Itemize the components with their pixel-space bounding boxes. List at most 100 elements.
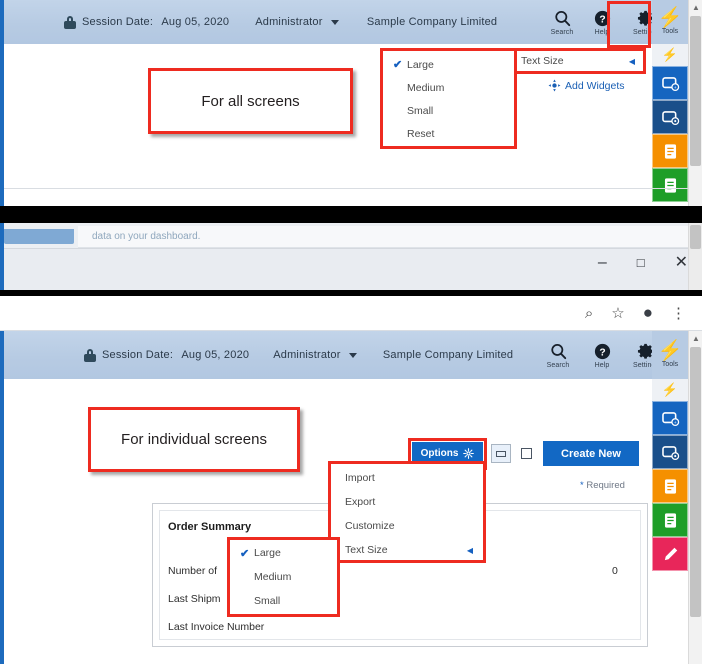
chevron-down-icon bbox=[330, 19, 339, 25]
add-widgets-link[interactable]: Add Widgets bbox=[548, 79, 625, 92]
top-pane-scrollbar[interactable]: ▲ bbox=[688, 0, 702, 206]
menu-item-text-size[interactable]: Text Size ◀ bbox=[331, 538, 483, 562]
add-widgets-label: Add Widgets bbox=[565, 79, 625, 92]
profile-avatar-icon[interactable]: ● bbox=[643, 303, 653, 323]
search-button[interactable]: Search bbox=[540, 0, 584, 44]
collapse-panel-button[interactable] bbox=[491, 444, 511, 463]
administrator-label: Administrator bbox=[273, 349, 341, 361]
bookmark-star-icon[interactable]: ☆ bbox=[611, 304, 624, 322]
text-size-submenu: ✔ Large Medium Small bbox=[230, 540, 337, 614]
annotation-label: For individual screens bbox=[121, 431, 267, 448]
tools-button[interactable]: ⚡ Tools bbox=[652, 0, 688, 44]
menu-item-small[interactable]: Small bbox=[383, 99, 514, 122]
rail-doc-button[interactable] bbox=[652, 168, 688, 202]
session-date-value: Aug 05, 2020 bbox=[181, 349, 250, 361]
annotation-for-individual-screens: For individual screens bbox=[88, 407, 300, 472]
bolt-icon: ⚡ bbox=[661, 382, 679, 397]
device-add-icon: + bbox=[661, 411, 679, 426]
help-label: Help bbox=[594, 361, 610, 369]
doc-green-icon bbox=[664, 177, 676, 193]
chevron-down-icon bbox=[348, 352, 357, 358]
text-size-menu: ✔ Large Medium Small Reset bbox=[383, 51, 514, 146]
company-name: Sample Company Limited bbox=[366, 16, 498, 28]
rail-device-add-button[interactable]: + bbox=[652, 401, 688, 435]
overflow-menu-icon[interactable]: ⋮ bbox=[671, 304, 686, 322]
menu-item-import[interactable]: Import bbox=[331, 466, 483, 490]
options-menu: Import Export Customize Text Size ◀ bbox=[331, 464, 483, 560]
menu-item-export[interactable]: Export bbox=[331, 490, 483, 514]
submenu-item-small[interactable]: Small bbox=[230, 589, 337, 613]
tools-button[interactable]: ⚡ Tools bbox=[652, 331, 688, 379]
scroll-up-arrow-icon[interactable]: ▲ bbox=[689, 331, 702, 345]
zoom-out-icon[interactable]: ⌕ bbox=[585, 305, 593, 322]
left-blue-edge bbox=[0, 331, 4, 664]
rail-doc-button[interactable] bbox=[652, 503, 688, 537]
collapse-panel-icon bbox=[496, 450, 506, 457]
bottom-app-pane: Session Date: Aug 05, 2020 Administrator… bbox=[0, 331, 702, 664]
administrator-dropdown[interactable]: Administrator bbox=[255, 16, 339, 28]
rail-note-button[interactable] bbox=[652, 469, 688, 503]
session-date-label: Session Date: Aug 05, 2020 bbox=[82, 16, 229, 28]
expand-panel-icon bbox=[520, 448, 532, 459]
menu-item-large[interactable]: ✔ Large bbox=[383, 53, 514, 76]
search-label: Search bbox=[550, 28, 574, 36]
gear-icon bbox=[463, 448, 475, 459]
required-label: Required bbox=[586, 480, 625, 491]
bolt-icon: ⚡ bbox=[661, 47, 679, 62]
order-summary-row-value-0: 0 bbox=[612, 565, 618, 577]
maximize-icon[interactable]: □ bbox=[637, 255, 645, 271]
black-separator-top bbox=[0, 206, 702, 223]
rail-device-clock-button[interactable] bbox=[652, 100, 688, 134]
svg-text:+: + bbox=[673, 421, 676, 426]
menu-item-reset[interactable]: Reset bbox=[383, 122, 514, 145]
divider bbox=[4, 188, 688, 189]
administrator-dropdown[interactable]: Administrator bbox=[273, 349, 357, 361]
close-icon[interactable]: ✕ bbox=[675, 255, 688, 271]
top-right-rail: ⚡ Tools ⚡ + bbox=[652, 0, 688, 202]
annotation-label: For all screens bbox=[201, 92, 300, 110]
pen-pink-icon bbox=[664, 547, 677, 560]
help-icon: ? bbox=[594, 343, 610, 359]
company-name: Sample Company Limited bbox=[382, 349, 514, 361]
submenu-item-large[interactable]: ✔ Large bbox=[230, 541, 337, 565]
rail-device-clock-button[interactable] bbox=[652, 435, 688, 469]
bottom-pane-scrollbar[interactable]: ▲ bbox=[688, 331, 702, 664]
help-button[interactable]: ? Help bbox=[580, 333, 624, 377]
session-date-value: Aug 05, 2020 bbox=[161, 16, 230, 28]
top-app-pane: Session Date: Aug 05, 2020 Administrator… bbox=[0, 0, 702, 206]
search-button[interactable]: Search bbox=[536, 333, 580, 377]
search-icon bbox=[554, 10, 570, 26]
note-orange-icon bbox=[664, 478, 676, 494]
scroll-up-arrow-icon[interactable]: ▲ bbox=[689, 0, 702, 14]
top-app-header: Session Date: Aug 05, 2020 Administrator… bbox=[4, 0, 702, 44]
browser-scrollbar[interactable] bbox=[688, 223, 702, 290]
annotation-for-all-screens: For all screens bbox=[148, 68, 353, 134]
window-controls: – □ ✕ bbox=[598, 255, 688, 271]
expand-panel-button[interactable] bbox=[516, 444, 536, 463]
bottom-right-rail: ⚡ Tools ⚡ + bbox=[652, 331, 688, 571]
tools-label: Tools bbox=[661, 361, 679, 368]
lock-icon bbox=[84, 348, 96, 362]
menu-item-medium[interactable]: Medium bbox=[383, 76, 514, 99]
device-clock-icon bbox=[661, 110, 679, 125]
settings-button-highlight bbox=[607, 1, 651, 48]
browser-tab-left[interactable] bbox=[4, 229, 74, 244]
menu-item-customize[interactable]: Customize bbox=[331, 514, 483, 538]
rail-note-button[interactable] bbox=[652, 134, 688, 168]
minimize-icon[interactable]: – bbox=[598, 255, 607, 271]
create-new-label: Create New bbox=[561, 447, 621, 460]
bottom-app-header: Session Date: Aug 05, 2020 Administrator… bbox=[4, 331, 702, 379]
session-date-text: Session Date: bbox=[102, 349, 174, 361]
rail-pen-button[interactable] bbox=[652, 537, 688, 571]
search-icon bbox=[550, 343, 566, 359]
create-new-button[interactable]: Create New bbox=[543, 441, 639, 466]
check-icon: ✔ bbox=[240, 547, 250, 560]
rail-device-add-button[interactable]: + bbox=[652, 66, 688, 100]
svg-text:?: ? bbox=[599, 347, 605, 358]
rail-bolt-button[interactable]: ⚡ bbox=[652, 44, 688, 66]
bolt-icon: ⚡ bbox=[657, 7, 683, 29]
submenu-item-medium[interactable]: Medium bbox=[230, 565, 337, 589]
browser-strip: data on your dashboard. – □ ✕ bbox=[0, 223, 702, 290]
text-size-pill[interactable]: Text Size ◀ bbox=[513, 51, 643, 71]
rail-bolt-button[interactable]: ⚡ bbox=[652, 379, 688, 401]
